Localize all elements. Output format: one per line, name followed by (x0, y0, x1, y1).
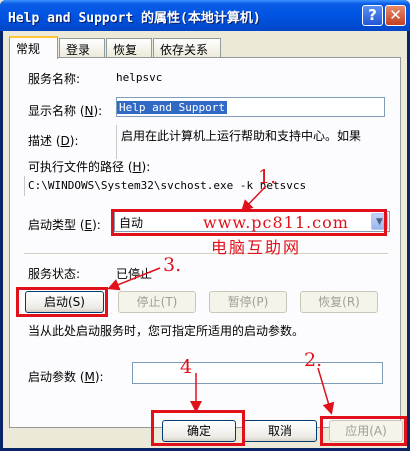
tab-dependencies[interactable]: 依存关系 (153, 38, 221, 58)
description-value: 启用在此计算机上运行帮助和支持中心。如果 (121, 129, 362, 143)
path-label: 可执行文件的路径 (H): (28, 160, 151, 174)
marker-3: 3. (163, 254, 182, 276)
watermark-text: 电脑互助网 (211, 238, 302, 257)
start-params-input[interactable] (132, 362, 383, 384)
description-field[interactable]: 启用在此计算机上运行帮助和支持中心。如果 (116, 125, 385, 159)
cancel-button[interactable]: 取消 (243, 420, 317, 442)
tab-recovery[interactable]: 恢复 (106, 38, 152, 58)
service-name-label: 服务名称: (28, 72, 81, 86)
help-button[interactable]: ? (362, 5, 383, 26)
display-name-value: Help and Support (117, 101, 227, 114)
window-title: Help and Support 的属性(本地计算机) (8, 11, 261, 26)
description-label: 描述 (D): (28, 134, 79, 148)
display-name-label: 显示名称 (N): (28, 104, 103, 118)
start-button[interactable]: 启动(S) (25, 291, 104, 313)
resume-button[interactable]: 恢复(R) (300, 291, 378, 313)
startup-type-label: 启动类型 (E): (28, 218, 101, 232)
marker-1: 1. (258, 166, 277, 188)
separator (24, 253, 388, 255)
path-field: C:\WINDOWS\System32\svchost.exe -k netsv… (24, 176, 386, 196)
start-params-hint: 当从此处启动服务时，您可指定所适用的启动参数。 (28, 324, 305, 338)
general-panel: 服务名称: helpsvc 显示名称 (N): Help and Support… (9, 57, 401, 428)
title-bar[interactable]: Help and Support 的属性(本地计算机) ? ✕ (0, 0, 410, 31)
marker-2: 2. (304, 349, 323, 371)
startup-type-value: 自动 (119, 216, 144, 230)
apply-button[interactable]: 应用(A) (329, 420, 403, 442)
pause-button[interactable]: 暂停(P) (209, 291, 287, 313)
service-status-label: 服务状态: (28, 267, 81, 281)
service-status-value: 已停止 (116, 267, 153, 281)
display-name-field[interactable]: Help and Support (116, 97, 385, 117)
watermark-url: www.pc811.com (203, 213, 349, 232)
chevron-down-icon[interactable]: ▼ (371, 213, 388, 230)
service-name-value: helpsvc (116, 71, 163, 84)
ok-button[interactable]: 确定 (162, 420, 236, 442)
start-params-label: 启动参数 (M): (28, 370, 104, 384)
close-button[interactable]: ✕ (385, 5, 406, 26)
stop-button[interactable]: 停止(T) (118, 291, 196, 313)
marker-4: 4 (180, 356, 193, 378)
tab-general[interactable]: 常规 (9, 36, 58, 59)
dialog-client: 常规 登录 恢复 依存关系 服务名称: helpsvc 显示名称 (N): He… (3, 31, 407, 448)
tab-logon[interactable]: 登录 (59, 38, 105, 58)
